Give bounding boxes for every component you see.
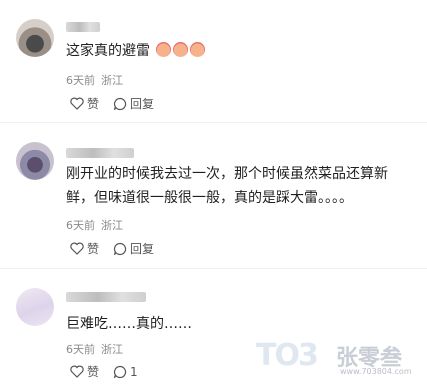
comment-text-content: 这家真的避雷 bbox=[66, 43, 150, 59]
watermark-logo: TO3 bbox=[256, 338, 319, 373]
comment-bubble-icon bbox=[113, 365, 127, 378]
emoji-icon bbox=[173, 42, 189, 57]
comment-time: 6天前 bbox=[66, 343, 95, 356]
username-blurred[interactable] bbox=[66, 22, 100, 32]
comment-meta: 6天前 浙江 bbox=[66, 341, 123, 357]
comment-text: 巨难吃……真的…… bbox=[66, 312, 192, 336]
username-blurred[interactable] bbox=[66, 292, 146, 302]
like-label: 赞 bbox=[87, 97, 100, 111]
comment-time: 6天前 bbox=[66, 74, 95, 87]
like-label: 赞 bbox=[87, 365, 100, 379]
comment-bubble-icon bbox=[113, 97, 127, 110]
watermark: TO3 张零叁 www.703804.com bbox=[256, 336, 426, 380]
comment-actions: 赞 1 bbox=[70, 363, 138, 380]
like-label: 赞 bbox=[87, 242, 100, 256]
reply-button[interactable]: 回复 bbox=[113, 95, 154, 112]
avatar[interactable] bbox=[16, 288, 54, 326]
reply-label: 回复 bbox=[130, 242, 155, 256]
comment-actions: 赞 回复 bbox=[70, 95, 154, 112]
reply-button[interactable]: 回复 bbox=[113, 240, 154, 257]
like-button[interactable]: 赞 bbox=[70, 240, 99, 257]
comment-text: 刚开业的时候我去过一次，那个时候虽然菜品还算新 鲜，但味道很一般很一般，真的是踩… bbox=[66, 162, 388, 210]
avatar[interactable] bbox=[16, 142, 54, 180]
comment-meta: 6天前 浙江 bbox=[66, 72, 123, 88]
like-button[interactable]: 赞 bbox=[70, 95, 99, 112]
comment-location: 浙江 bbox=[101, 74, 123, 87]
comment-text-line: 刚开业的时候我去过一次，那个时候虽然菜品还算新 bbox=[66, 166, 388, 182]
divider bbox=[0, 268, 427, 269]
comment-text: 这家真的避雷 bbox=[66, 39, 206, 63]
heart-icon bbox=[70, 242, 84, 255]
comment-text-line: 鲜，但味道很一般很一般，真的是踩大雷。。。。 bbox=[66, 190, 353, 206]
like-button[interactable]: 赞 bbox=[70, 363, 99, 380]
comment-text-content: 巨难吃……真的…… bbox=[66, 316, 192, 332]
username-blurred[interactable] bbox=[66, 148, 134, 158]
emoji-icon bbox=[156, 42, 172, 57]
comment-meta: 6天前 浙江 bbox=[66, 217, 123, 233]
comment-location: 浙江 bbox=[101, 343, 123, 356]
reply-button[interactable]: 1 bbox=[113, 363, 138, 380]
comment-actions: 赞 回复 bbox=[70, 240, 154, 257]
divider bbox=[0, 122, 427, 123]
comment-location: 浙江 bbox=[101, 219, 123, 232]
heart-icon bbox=[70, 365, 84, 378]
comment-time: 6天前 bbox=[66, 219, 95, 232]
reply-label: 回复 bbox=[130, 97, 155, 111]
comment-bubble-icon bbox=[113, 242, 127, 255]
avatar[interactable] bbox=[16, 19, 54, 57]
watermark-url: www.703804.com bbox=[340, 367, 412, 376]
emoji-icon bbox=[190, 42, 206, 57]
reply-count: 1 bbox=[130, 364, 138, 379]
heart-icon bbox=[70, 97, 84, 110]
